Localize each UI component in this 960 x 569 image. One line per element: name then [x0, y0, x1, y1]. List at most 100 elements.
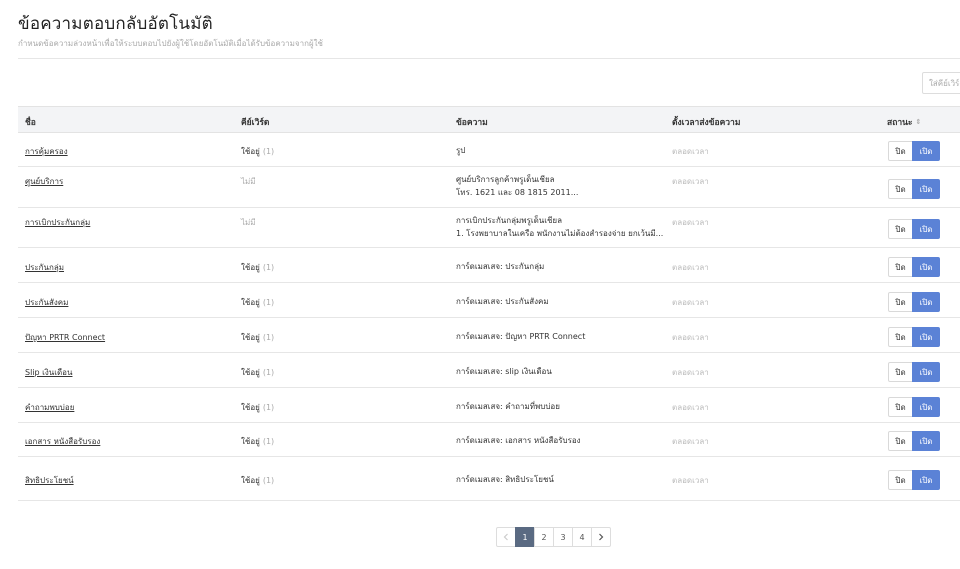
row-message: การ์ดเมสเสจ: คำถามที่พบบ่อย	[456, 400, 560, 413]
column-header-schedule: ตั้งเวลาส่งข้อความ	[672, 118, 741, 128]
turn-off-button[interactable]: ปิด	[888, 431, 913, 451]
turn-on-button[interactable]: เปิด	[912, 292, 940, 312]
row-name-link[interactable]: การคุ้มครอง	[25, 145, 68, 158]
turn-off-button[interactable]: ปิด	[888, 141, 913, 161]
row-name-link[interactable]: ปัญหา PRTR Connect	[25, 331, 105, 344]
status-toggle: ปิด เปิด	[888, 431, 940, 451]
row-schedule: ตลอดเวลา	[672, 177, 709, 186]
status-toggle: ปิด เปิด	[888, 327, 940, 347]
turn-on-button[interactable]: เปิด	[912, 470, 940, 490]
row-message: ศูนย์บริการลูกค้าพรูเด็นเชียล โทร. 1621 แ…	[456, 173, 578, 199]
row-message-line1: การเบิกประกันกลุ่มพรูเด็นเชียล	[456, 216, 563, 225]
page-title: ข้อความตอบกลับอัตโนมัติ	[18, 14, 213, 34]
row-message: การเบิกประกันกลุ่มพรูเด็นเชียล 1. โรงพยาบ…	[456, 214, 663, 240]
column-header-name: ชื่อ	[25, 118, 36, 128]
row-message: การ์ดเมสเสจ: สิทธิประโยชน์	[456, 473, 554, 486]
prev-page-button[interactable]	[496, 527, 516, 547]
turn-off-button[interactable]: ปิด	[888, 179, 913, 199]
row-name-link[interactable]: คำถามพบบ่อย	[25, 401, 74, 414]
row-keyword-count: (1)	[262, 437, 275, 446]
turn-on-button[interactable]: เปิด	[912, 362, 940, 382]
sort-icon[interactable]: ⇕	[915, 118, 921, 126]
turn-off-button[interactable]: ปิด	[888, 397, 913, 417]
table-row: คำถามพบบ่อย ใช้อยู่ (1) การ์ดเมสเสจ: คำถา…	[18, 388, 960, 423]
row-message-line2: 1. โรงพยาบาลในเครือ พนักงานไม่ต้องสำรองจ…	[456, 229, 664, 238]
turn-off-button[interactable]: ปิด	[888, 362, 913, 382]
status-toggle: ปิด เปิด	[888, 141, 940, 161]
row-name-link[interactable]: ประกันสังคม	[25, 296, 68, 309]
row-message-line1: การ์ดเมสเสจ: สิทธิประโยชน์	[456, 475, 554, 484]
row-schedule: ตลอดเวลา	[672, 333, 709, 342]
table-row: ประกันสังคม ใช้อยู่ (1) การ์ดเมสเสจ: ประก…	[18, 283, 960, 318]
row-message-line1: การ์ดเมสเสจ: คำถามที่พบบ่อย	[456, 402, 560, 411]
title-divider	[18, 58, 960, 59]
row-keyword-label: ใช้อยู่	[241, 368, 260, 377]
row-keyword-status: ใช้อยู่ (1)	[241, 296, 274, 309]
row-keyword-label: ใช้อยู่	[241, 147, 260, 156]
row-keyword-label: ไม่มี	[241, 177, 256, 186]
table-row: Slip เงินเดือน ใช้อยู่ (1) การ์ดเมสเสจ: s…	[18, 353, 960, 388]
chevron-left-icon	[503, 533, 508, 541]
table-row: การเบิกประกันกลุ่ม ไม่มี การเบิกประกันกล…	[18, 208, 960, 248]
next-page-button[interactable]	[591, 527, 611, 547]
row-keyword-status: ใช้อยู่ (1)	[241, 474, 274, 487]
status-toggle: ปิด เปิด	[888, 179, 940, 199]
row-message: การ์ดเมสเสจ: slip เงินเดือน	[456, 365, 552, 378]
turn-off-button[interactable]: ปิด	[888, 292, 913, 312]
status-toggle: ปิด เปิด	[888, 362, 940, 382]
row-keyword-label: ใช้อยู่	[241, 263, 260, 272]
row-keyword-status: ใช้อยู่ (1)	[241, 366, 274, 379]
row-message-line1: ศูนย์บริการลูกค้าพรูเด็นเชียล	[456, 175, 555, 184]
turn-off-button[interactable]: ปิด	[888, 327, 913, 347]
row-name-link[interactable]: เอกสาร หนังสือรับรอง	[25, 435, 100, 448]
row-keyword-status: ใช้อยู่ (1)	[241, 435, 274, 448]
row-schedule: ตลอดเวลา	[672, 263, 709, 272]
row-keyword-label: ใช้อยู่	[241, 476, 260, 485]
chevron-right-icon	[599, 533, 604, 541]
turn-on-button[interactable]: เปิด	[912, 327, 940, 347]
row-schedule: ตลอดเวลา	[672, 147, 709, 156]
row-keyword-count: (1)	[262, 333, 275, 342]
turn-on-button[interactable]: เปิด	[912, 257, 940, 277]
page-button-4[interactable]: 4	[572, 527, 592, 547]
row-name-link[interactable]: Slip เงินเดือน	[25, 366, 72, 379]
turn-off-button[interactable]: ปิด	[888, 470, 913, 490]
column-header-message: ข้อความ	[456, 118, 488, 128]
table-body: การคุ้มครอง ใช้อยู่ (1) รูป ตลอดเวลา ปิด …	[18, 133, 960, 501]
page-button-2[interactable]: 2	[534, 527, 554, 547]
turn-on-button[interactable]: เปิด	[912, 179, 940, 199]
turn-off-button[interactable]: ปิด	[888, 257, 913, 277]
row-keyword-count: (1)	[262, 298, 275, 307]
row-keyword-label: ใช้อยู่	[241, 298, 260, 307]
status-toggle: ปิด เปิด	[888, 470, 940, 490]
row-schedule: ตลอดเวลา	[672, 368, 709, 377]
row-name-link[interactable]: ประกันกลุ่ม	[25, 261, 64, 274]
row-message-line1: การ์ดเมสเสจ: ประกันสังคม	[456, 297, 549, 306]
row-schedule: ตลอดเวลา	[672, 218, 709, 227]
row-keyword-status: ไม่มี	[241, 216, 256, 229]
status-toggle: ปิด เปิด	[888, 257, 940, 277]
row-name-link[interactable]: การเบิกประกันกลุ่ม	[25, 216, 90, 229]
row-keyword-status: ไม่มี	[241, 175, 256, 188]
page-subtitle: กำหนดข้อความล่วงหน้าเพื่อให้ระบบตอบไปยัง…	[18, 39, 323, 48]
row-name-link[interactable]: ศูนย์บริการ	[25, 175, 63, 188]
row-schedule: ตลอดเวลา	[672, 437, 709, 446]
row-keyword-count: (1)	[262, 476, 275, 485]
table-row: สิทธิประโยชน์ ใช้อยู่ (1) การ์ดเมสเสจ: สิ…	[18, 457, 960, 501]
page-button-1[interactable]: 1	[515, 527, 535, 547]
status-toggle: ปิด เปิด	[888, 397, 940, 417]
keyword-search-input[interactable]	[922, 72, 960, 94]
row-message-line1: รูป	[456, 146, 466, 155]
turn-on-button[interactable]: เปิด	[912, 219, 940, 239]
turn-on-button[interactable]: เปิด	[912, 431, 940, 451]
row-schedule: ตลอดเวลา	[672, 476, 709, 485]
page-button-3[interactable]: 3	[553, 527, 573, 547]
row-keyword-count: (1)	[262, 263, 275, 272]
turn-on-button[interactable]: เปิด	[912, 397, 940, 417]
table-row: ปัญหา PRTR Connect ใช้อยู่ (1) การ์ดเมสเส…	[18, 318, 960, 353]
row-name-link[interactable]: สิทธิประโยชน์	[25, 474, 74, 487]
row-schedule: ตลอดเวลา	[672, 298, 709, 307]
turn-off-button[interactable]: ปิด	[888, 219, 913, 239]
column-header-status[interactable]: สถานะ ⇕	[887, 115, 921, 129]
turn-on-button[interactable]: เปิด	[912, 141, 940, 161]
